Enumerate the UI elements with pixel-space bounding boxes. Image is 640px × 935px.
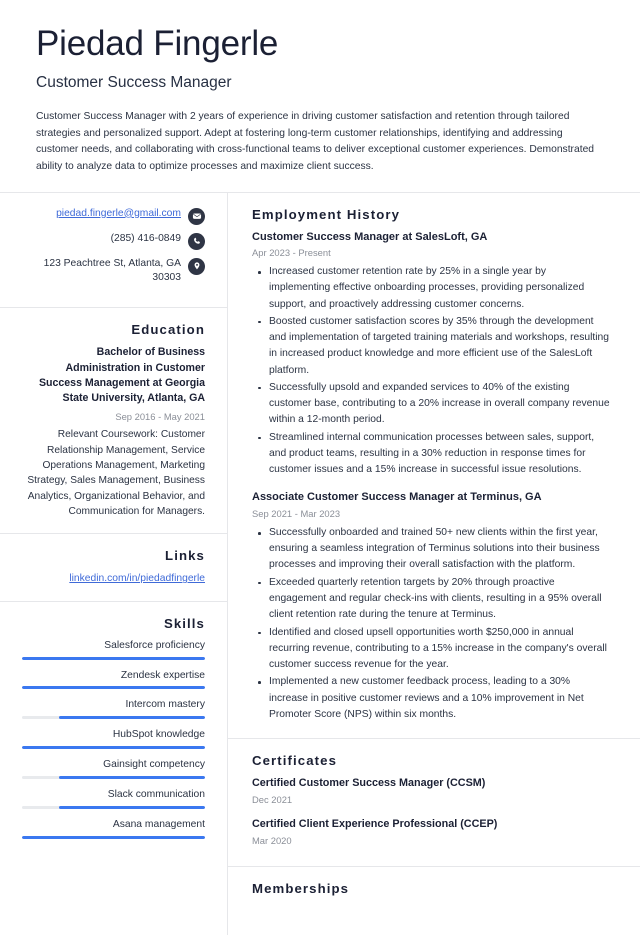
memberships-block: Memberships xyxy=(228,867,640,935)
skill-label: Gainsight competency xyxy=(103,759,205,771)
skill-bar-track xyxy=(22,716,205,720)
employment-entry: Customer Success Manager at SalesLoft, G… xyxy=(252,230,610,479)
link-linkedin[interactable]: linkedin.com/in/piedadfingerle xyxy=(22,571,205,586)
employment-dates: Apr 2023 - Present xyxy=(252,247,331,259)
contact-block: piedad.fingerle@gmail.com (285) 416-0849… xyxy=(0,193,227,309)
skill-bar-track xyxy=(22,776,205,780)
list-item: Exceeded quarterly retention targets by … xyxy=(258,575,610,624)
education-dates: Sep 2016 - May 2021 xyxy=(115,410,205,422)
main-column: Employment History Customer Success Mana… xyxy=(228,193,640,935)
certificates-list: Certified Customer Success Manager (CCSM… xyxy=(252,776,610,847)
skills-list: Salesforce proficiency Zendesk expertise I… xyxy=(22,639,205,839)
employment-list: Customer Success Manager at SalesLoft, G… xyxy=(252,230,610,724)
education-section-title: Education xyxy=(131,322,205,338)
envelope-icon xyxy=(188,207,205,225)
resume-page: Piedad Fingerle Customer Success Manager… xyxy=(0,0,640,935)
employment-dates: Sep 2021 - Mar 2023 xyxy=(252,508,341,520)
skill-bar-fill xyxy=(58,776,205,780)
list-item: Identified and closed upsell opportuniti… xyxy=(258,625,610,674)
skill-item: Slack communication xyxy=(22,788,205,809)
list-item: Successfully upsold and expanded service… xyxy=(258,380,610,429)
list-item: Streamlined internal communication proce… xyxy=(258,430,610,479)
skill-item: Gainsight competency xyxy=(22,758,205,780)
phone-icon xyxy=(188,232,205,250)
skill-bar-track xyxy=(22,835,205,839)
skill-label: HubSpot knowledge xyxy=(112,729,205,741)
list-item: Successfully onboarded and trained 50+ n… xyxy=(258,525,610,574)
skill-bar-track xyxy=(22,656,205,660)
contact-phone-row[interactable]: (285) 416-0849 xyxy=(22,232,205,250)
skills-section-title: Skills xyxy=(163,615,205,631)
contact-address[interactable]: 123 Peachtree St, Atlanta, GA 30303 xyxy=(22,257,181,287)
resume-body: piedad.fingerle@gmail.com (285) 416-0849… xyxy=(0,191,640,935)
skill-bar-fill xyxy=(22,686,205,690)
contact-phone[interactable]: (285) 416-0849 xyxy=(111,232,181,247)
skill-bar-fill xyxy=(22,746,205,750)
employment-bullets: Increased customer retention rate by 25%… xyxy=(252,264,610,478)
list-item: Boosted customer satisfaction scores by … xyxy=(258,314,610,379)
employment-block: Employment History Customer Success Mana… xyxy=(228,193,640,740)
education-degree: Bachelor of Business Administration in C… xyxy=(38,346,205,405)
employment-role: Customer Success Manager at SalesLoft, G… xyxy=(252,230,488,243)
certificate-date: Mar 2020 xyxy=(252,834,292,846)
skill-label: Zendesk expertise xyxy=(120,669,205,681)
professional-summary: Customer Success Manager with 2 years of… xyxy=(36,110,595,172)
education-block: Education Bachelor of Business Administr… xyxy=(0,308,227,535)
certificate-entry: Certified Customer Success Manager (CCSM… xyxy=(252,776,610,807)
skill-label: Intercom mastery xyxy=(125,699,205,711)
certificate-name: Certified Customer Success Manager (CCSM… xyxy=(252,777,486,790)
skill-label: Salesforce proficiency xyxy=(104,639,205,651)
education-description: Relevant Coursework: Customer Relationsh… xyxy=(27,429,205,517)
page-title: Piedad Fingerle xyxy=(36,24,279,63)
skill-label: Asana management xyxy=(112,819,205,830)
employment-entry: Associate Customer Success Manager at Te… xyxy=(252,490,610,723)
employment-bullets: Successfully onboarded and trained 50+ n… xyxy=(252,525,610,723)
job-title: Customer Success Manager xyxy=(36,74,232,92)
links-section-title: Links xyxy=(165,548,205,564)
skill-bar-track xyxy=(22,746,205,750)
skill-bar-fill xyxy=(58,716,205,720)
certificate-entry: Certified Client Experience Professional… xyxy=(252,817,610,848)
memberships-section-title: Memberships xyxy=(252,880,350,896)
contact-address-row[interactable]: 123 Peachtree St, Atlanta, GA 30303 xyxy=(22,257,205,287)
resume-header: Piedad Fingerle Customer Success Manager… xyxy=(0,0,640,192)
skill-item: HubSpot knowledge xyxy=(22,728,205,750)
skill-item: Intercom mastery xyxy=(22,698,205,720)
skill-label: Slack communication xyxy=(107,789,205,801)
skill-item: Asana management xyxy=(22,818,205,839)
employment-section-title: Employment History xyxy=(252,206,401,222)
contact-email-row[interactable]: piedad.fingerle@gmail.com xyxy=(22,207,205,225)
list-item: Increased customer retention rate by 25%… xyxy=(258,264,610,313)
skill-bar-fill xyxy=(58,806,205,809)
contact-email[interactable]: piedad.fingerle@gmail.com xyxy=(56,207,181,222)
skill-item: Salesforce proficiency xyxy=(22,639,205,660)
skill-bar-track xyxy=(22,806,205,809)
skills-block: Skills Salesforce proficiency Zendesk exp… xyxy=(0,602,227,862)
location-pin-icon xyxy=(188,257,205,275)
list-item: Implemented a new customer feedback proc… xyxy=(258,674,610,723)
certificates-block: Certificates Certified Customer Success … xyxy=(228,739,640,867)
sidebar-column: piedad.fingerle@gmail.com (285) 416-0849… xyxy=(0,192,228,935)
skill-item: Zendesk expertise xyxy=(22,669,205,690)
certificate-date: Dec 2021 xyxy=(252,794,293,806)
education-entry: Bachelor of Business Administration in C… xyxy=(22,345,205,519)
skill-bar-fill xyxy=(22,835,205,839)
employment-role: Associate Customer Success Manager at Te… xyxy=(252,491,542,504)
certificate-name: Certified Client Experience Professional… xyxy=(252,817,498,830)
skill-bar-track xyxy=(22,686,205,690)
links-block: Links linkedin.com/in/piedadfingerle xyxy=(0,534,227,602)
certificates-section-title: Certificates xyxy=(252,753,338,769)
skill-bar-fill xyxy=(22,656,205,660)
